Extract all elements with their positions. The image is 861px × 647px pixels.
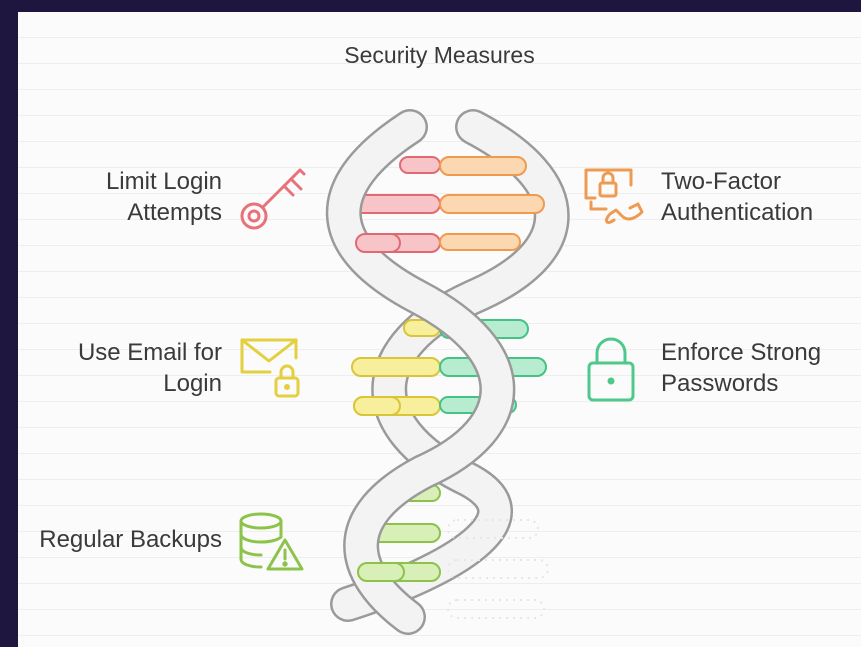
database-warning-icon [239,512,304,571]
envelope-lock-icon [240,338,300,398]
phone-lock-icon [584,168,644,224]
diagram-canvas: Security Measures Limit Login Attempts T… [18,12,861,647]
padlock-icon [587,337,635,402]
key-icon [240,168,306,230]
dna-helix-graphic [239,109,644,635]
